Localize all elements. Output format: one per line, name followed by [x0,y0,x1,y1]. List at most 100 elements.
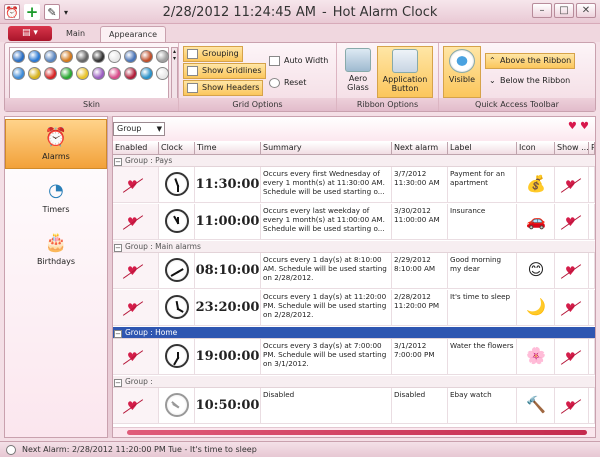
label-cell: Water the flowers [448,339,517,374]
collapse-icon[interactable]: − [114,330,122,338]
auto-width-button[interactable]: Auto Width [265,53,332,69]
skin-swatch[interactable] [60,67,73,80]
skin-swatch[interactable] [12,50,25,63]
grouping-icon [187,49,198,59]
skin-swatch[interactable] [140,67,153,80]
enabled-cell[interactable]: ♥ [113,253,159,288]
tab-main[interactable]: Main [58,26,93,42]
collapse-icon[interactable]: − [114,158,122,166]
column-header[interactable]: Show ... [555,142,589,154]
nav-alarms[interactable]: ⏰ Alarms [5,119,107,169]
nav-birthdays[interactable]: 🎂 Birthdays [5,225,107,275]
show-cell[interactable]: ♥ [555,290,589,325]
skin-swatch[interactable] [28,67,41,80]
column-header[interactable]: Summary [261,142,392,154]
grouping-button[interactable]: Grouping [183,46,243,62]
skin-swatch[interactable] [76,50,89,63]
column-header[interactable]: Label [448,142,517,154]
group-combo[interactable]: Group ▼ [113,122,165,136]
skin-swatch[interactable] [12,67,25,80]
column-header[interactable]: Time [195,142,261,154]
enabled-cell[interactable]: ♥ [113,167,159,202]
heart-icon[interactable]: ♥ [127,400,138,412]
heart-arrow-icon[interactable]: ♥ [127,179,138,191]
tab-appearance[interactable]: Appearance [100,26,167,42]
alarm-row[interactable]: ♥ 10:50:00 Disabled Disabled Ebay watch 🔨 ♥ [113,388,595,424]
close-button[interactable]: ✕ [576,3,596,18]
skin-swatch[interactable] [44,50,57,63]
skin-gallery-scroll[interactable]: ▴ ▾ [171,47,178,99]
skin-swatch[interactable] [92,67,105,80]
alarm-row[interactable]: ♥ 11:30:00 Occurs every first Wednesday of… [113,167,595,203]
scroll-thumb[interactable] [127,430,587,435]
title-app: Hot Alarm Clock [332,5,438,20]
alarm-row[interactable]: ♥ 08:10:00 Occurs every 1 day(s) at 8:10:0… [113,253,595,289]
column-header[interactable]: Enabled [113,142,159,154]
skin-swatch[interactable] [28,50,41,63]
skin-swatch[interactable] [156,67,169,80]
reset-button[interactable]: Reset [265,75,310,91]
column-header[interactable]: P [589,142,595,154]
heart-arrow-icon[interactable]: ♥ [565,351,576,363]
heart-arrow-icon[interactable]: ♥ [565,302,576,314]
show-cell[interactable]: ♥ [555,167,589,202]
alarm-row[interactable]: ♥ 19:00:00 Occurs every 3 day(s) at 7:00:0… [113,339,595,375]
skin-swatch[interactable] [92,50,105,63]
below-ribbon-button[interactable]: ⌄ Below the Ribbon [485,73,574,89]
skin-swatch[interactable] [156,50,169,63]
enabled-cell[interactable]: ♥ [113,339,159,374]
show-cell[interactable]: ♥ [555,253,589,288]
skin-swatch[interactable] [108,67,121,80]
column-header[interactable]: Icon [517,142,555,154]
skin-swatch[interactable] [108,50,121,63]
group-row[interactable]: − Group : Home [113,327,595,339]
column-header[interactable]: Clock [159,142,195,154]
heart-arrow-icon[interactable]: ♥ [565,179,576,191]
heart-arrow-icon[interactable]: ♥ [127,302,138,314]
collapse-icon[interactable]: − [114,244,122,252]
show-cell[interactable]: ♥ [555,204,589,239]
skin-swatch[interactable] [140,50,153,63]
alarm-grid: Group ▼ ♥ ♥ Enabled Clock Time Summary Next a… [112,116,596,438]
skin-swatch[interactable] [124,67,137,80]
collapse-icon[interactable]: − [114,379,122,387]
group-row[interactable]: − Group : [113,376,595,388]
above-ribbon-button[interactable]: ⌃ Above the Ribbon [485,53,576,69]
column-header[interactable]: Next alarm [392,142,448,154]
skin-swatch[interactable] [76,67,89,80]
heart-arrow-icon[interactable]: ♥ [565,400,576,412]
skin-swatch[interactable] [124,50,137,63]
minimize-button[interactable]: – [532,3,552,18]
heart-arrow-icon[interactable]: ♥ [127,216,138,228]
group-row[interactable]: − Group : Pays [113,155,595,167]
application-button-toggle[interactable]: Application Button [377,46,433,98]
horizontal-scrollbar[interactable] [113,427,595,437]
heart-arrow-icon[interactable]: ♥ [127,265,138,277]
skin-swatch[interactable] [44,67,57,80]
p-cell [589,290,595,325]
aero-glass-button[interactable]: Aero Glass [341,46,375,98]
nav-timers[interactable]: ◔ Timers [5,173,107,223]
heart-arrow-icon[interactable]: ♥ [127,351,138,363]
alarm-row[interactable]: ♥ 23:20:00 Occurs every 1 day(s) at 11:20:… [113,290,595,326]
heart-arrow-icon[interactable]: ♥ [565,216,576,228]
alarm-row[interactable]: ♥ 11:00:00 Occurs every last weekday of ev… [113,204,595,240]
reset-icon [269,78,280,88]
show-headers-button[interactable]: Show Headers [183,80,264,96]
enabled-cell[interactable]: ♥ [113,290,159,325]
status-bar: Next Alarm: 2/28/2012 11:20:00 PM Tue - … [0,441,600,457]
application-button[interactable]: ▤ ▾ [8,26,52,41]
enabled-cell[interactable]: ♥ [113,204,159,239]
show-cell[interactable]: ♥ [555,339,589,374]
maximize-button[interactable]: □ [554,3,574,18]
heart-arrow-icon[interactable]: ♥ [565,265,576,277]
coins-icon: 💰 [526,174,546,193]
enabled-cell[interactable]: ♥ [113,388,159,423]
chevron-down-icon: ▼ [156,125,162,133]
show-cell[interactable]: ♥ [555,388,589,423]
qat-visible-button[interactable]: Visible [443,46,481,98]
skin-swatch[interactable] [60,50,73,63]
skin-gallery[interactable] [9,47,169,99]
show-gridlines-button[interactable]: Show Gridlines [183,63,266,79]
group-row[interactable]: − Group : Main alarms [113,241,595,253]
